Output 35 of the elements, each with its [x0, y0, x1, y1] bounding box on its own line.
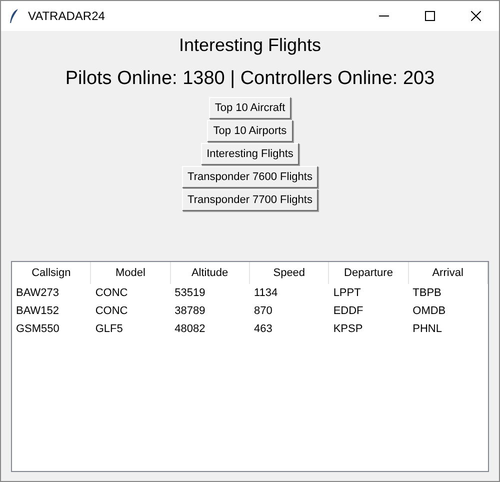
- table-cell-text: GLF5: [94, 322, 124, 337]
- column-header[interactable]: Speed: [250, 262, 330, 284]
- table-cell-text: TBPB: [412, 286, 442, 301]
- table-cell-text: 38789: [174, 304, 206, 319]
- table-cell-text: BAW273: [15, 286, 60, 301]
- menu-button[interactable]: Top 10 Airports: [207, 120, 293, 142]
- table-cell-text: CONC: [94, 286, 129, 301]
- online-stats: Pilots Online: 1380 | Controllers Online: 203: [65, 67, 435, 91]
- maximize-icon: [425, 11, 435, 21]
- table-cell-text: 1134: [252, 286, 279, 301]
- table-cell-text: KPSP: [332, 322, 364, 337]
- table-cell-text: 463: [252, 322, 274, 337]
- window-title: VATRADAR24: [28, 8, 105, 25]
- feather-icon: [9, 8, 19, 24]
- table-cell-text: BAW152: [15, 304, 60, 319]
- column-header[interactable]: Departure: [329, 262, 409, 284]
- table-cell-text: OMDB: [412, 304, 447, 319]
- table-cell-text: 53519: [174, 286, 206, 301]
- table-cell-text: EDDF: [332, 304, 364, 319]
- table-cell-text: LPPT: [332, 286, 362, 301]
- menu-button[interactable]: Transponder 7700 Flights: [182, 189, 318, 211]
- table-cell-text: 870: [252, 304, 274, 319]
- column-header[interactable]: Callsign: [12, 262, 92, 284]
- table-cell-text: 48082: [174, 322, 206, 337]
- table-cell-text: GSM550: [15, 322, 60, 337]
- menu-button[interactable]: Transponder 7600 Flights: [182, 166, 318, 188]
- table-cell-text: PHNL: [412, 322, 443, 337]
- close-icon: [471, 11, 481, 21]
- table-cell-text: CONC: [94, 304, 129, 319]
- menu-button[interactable]: Top 10 Aircraft: [208, 97, 292, 119]
- column-header[interactable]: Model: [91, 262, 171, 284]
- heading: Interesting Flights: [178, 34, 322, 57]
- column-header[interactable]: Altitude: [170, 262, 250, 284]
- menu-button[interactable]: Interesting Flights: [200, 143, 300, 165]
- column-header[interactable]: Arrival: [408, 262, 488, 284]
